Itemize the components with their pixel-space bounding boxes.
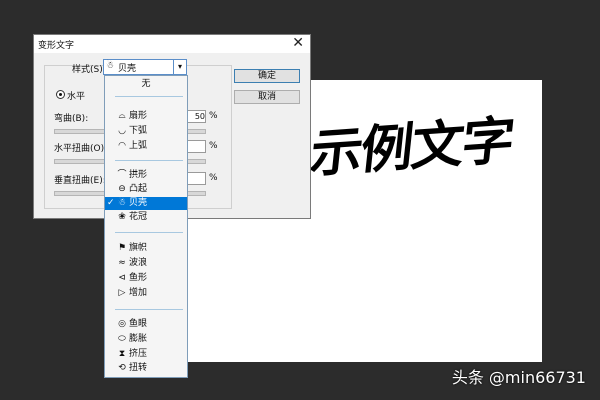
watermark-text: 头条 @min66731 xyxy=(451,368,586,387)
style-option-arc-upper[interactable]: ◠ 上弧 xyxy=(105,140,187,153)
style-option-none[interactable]: 无 xyxy=(105,76,187,92)
horizontal-distortion-label: 水平扭曲(O): xyxy=(54,144,108,154)
dialog-title: 变形文字 xyxy=(38,41,75,51)
style-option-twist[interactable]: ⟲ 扭转 xyxy=(105,362,187,375)
style-dropdown-list: 无 ⌓ 扇形 ◡ 下弧 ◠ 上弧 ⌒ 拱形 ⊖ 凸起 ✓ ☃ 贝壳 ❀ 花冠 ⚑ 旗帜 ≈ 波浪 ⊲… xyxy=(104,75,188,378)
separator xyxy=(115,309,183,310)
style-option-arch[interactable]: ⌒ 拱形 xyxy=(105,169,187,182)
cancel-button[interactable]: 取消 xyxy=(234,90,300,104)
flower-icon: ❀ xyxy=(118,212,126,222)
bulge-icon: ⊖ xyxy=(118,184,126,194)
style-option-arc-lower[interactable]: ◡ 下弧 xyxy=(105,125,187,138)
style-option-bulge[interactable]: ⊖ 凸起 xyxy=(105,183,187,196)
style-option-wave[interactable]: ≈ 波浪 xyxy=(105,257,187,270)
wave-icon: ≈ xyxy=(118,258,126,268)
separator xyxy=(115,232,183,233)
style-option-inflate[interactable]: ⬭ 膨胀 xyxy=(105,333,187,346)
horizontal-radio-label: 水平 xyxy=(67,92,86,102)
option-label: 下弧 xyxy=(129,126,148,136)
style-option-squeeze[interactable]: ⧗ 挤压 xyxy=(105,348,187,361)
option-label: 膨胀 xyxy=(129,334,148,344)
option-label: 拱形 xyxy=(129,170,148,180)
option-label: 旗帜 xyxy=(129,243,148,253)
style-option-flower[interactable]: ❀ 花冠 xyxy=(105,211,187,224)
option-label: 扭转 xyxy=(129,363,148,373)
arc-upper-icon: ◠ xyxy=(118,141,126,151)
bend-label: 弯曲(B): xyxy=(54,114,89,124)
vertical-distortion-percent: % xyxy=(209,173,218,183)
option-label: 贝壳 xyxy=(129,198,148,208)
fisheye-icon: ◎ xyxy=(118,319,126,329)
warped-sample-text: 示例文字 xyxy=(307,110,516,185)
shell-icon: ☃ xyxy=(106,61,115,71)
option-label: 鱼眼 xyxy=(129,319,148,329)
vertical-distortion-label: 垂直扭曲(E): xyxy=(54,176,106,186)
style-option-fish[interactable]: ⊲ 鱼形 xyxy=(105,272,187,285)
style-option-fisheye[interactable]: ◎ 鱼眼 xyxy=(105,318,187,331)
style-option-flag[interactable]: ⚑ 旗帜 xyxy=(105,242,187,255)
arc-lower-icon: ◡ xyxy=(118,126,126,136)
chevron-down-icon[interactable]: ▾ xyxy=(173,60,186,74)
close-icon[interactable]: ✕ xyxy=(292,35,304,51)
fish-icon: ⊲ xyxy=(118,273,126,283)
option-label: 挤压 xyxy=(129,349,148,359)
inflate-icon: ⬭ xyxy=(118,334,126,344)
ok-button[interactable]: 确定 xyxy=(234,69,300,83)
style-select[interactable]: ☃ 贝壳 ▾ xyxy=(103,59,187,75)
bend-percent: % xyxy=(209,111,218,121)
option-label: 鱼形 xyxy=(129,273,148,283)
option-label: 凸起 xyxy=(129,184,148,194)
horizontal-radio[interactable] xyxy=(56,90,65,99)
checkmark-icon: ✓ xyxy=(107,198,115,208)
arch-icon: ⌒ xyxy=(117,170,127,180)
dialog-titlebar: 变形文字 ✕ xyxy=(34,35,310,53)
style-option-arc[interactable]: ⌓ 扇形 xyxy=(105,110,187,123)
option-label: 波浪 xyxy=(129,258,148,268)
option-label: 增加 xyxy=(129,288,148,298)
style-option-rise[interactable]: ▷ 增加 xyxy=(105,287,187,300)
style-label: 样式(S): xyxy=(72,65,106,75)
style-option-shell[interactable]: ✓ ☃ 贝壳 xyxy=(105,197,187,210)
option-label: 扇形 xyxy=(129,111,148,121)
separator xyxy=(115,96,183,97)
flag-icon: ⚑ xyxy=(117,243,127,253)
horizontal-distortion-percent: % xyxy=(209,141,218,151)
separator xyxy=(115,160,183,161)
option-label: 花冠 xyxy=(129,212,148,222)
squeeze-icon: ⧗ xyxy=(118,349,126,359)
option-label: 上弧 xyxy=(129,141,148,151)
shell-icon: ☃ xyxy=(117,198,127,208)
style-select-value: 贝壳 xyxy=(118,64,137,74)
rise-icon: ▷ xyxy=(118,288,126,298)
arc-icon: ⌓ xyxy=(118,111,126,121)
twist-icon: ⟲ xyxy=(118,363,126,373)
